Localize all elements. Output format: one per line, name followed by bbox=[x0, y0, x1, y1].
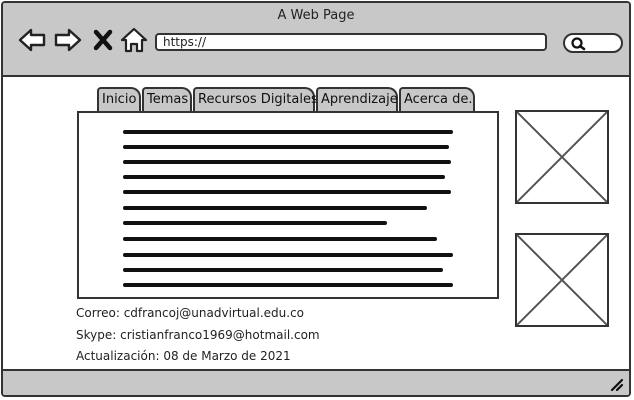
browser-window: A Web Page https:// Inicio Temas Recurso… bbox=[1, 1, 631, 397]
tab-aprendizaje[interactable]: Aprendizaje bbox=[316, 87, 398, 111]
tab-temas[interactable]: Temas bbox=[142, 87, 192, 111]
contact-email: Correo: cdfrancoj@unadvirtual.edu.co bbox=[76, 306, 305, 320]
placeholder-text-scribble bbox=[123, 130, 453, 287]
content-panel bbox=[77, 111, 499, 299]
resize-grip-icon[interactable] bbox=[609, 377, 623, 391]
image-placeholder bbox=[515, 110, 609, 204]
browser-toolbar: A Web Page https:// bbox=[3, 3, 629, 77]
back-arrow-icon[interactable] bbox=[17, 25, 47, 55]
contact-skype: Skype: cristianfranco1969@hotmail.com bbox=[76, 328, 320, 342]
url-input[interactable]: https:// bbox=[155, 33, 547, 51]
status-bar bbox=[3, 369, 629, 395]
tab-recursos-digitales[interactable]: Recursos Digitales bbox=[193, 87, 318, 111]
tab-inicio[interactable]: Inicio bbox=[97, 87, 141, 111]
forward-arrow-icon[interactable] bbox=[53, 25, 83, 55]
search-icon bbox=[571, 37, 586, 51]
last-updated: Actualización: 08 de Marzo de 2021 bbox=[76, 349, 291, 363]
close-icon[interactable] bbox=[91, 25, 115, 55]
tab-acerca-de[interactable]: Acerca de. bbox=[399, 87, 475, 111]
home-icon[interactable] bbox=[119, 25, 149, 55]
window-title: A Web Page bbox=[277, 8, 355, 23]
search-input[interactable] bbox=[563, 33, 623, 53]
image-placeholder bbox=[515, 233, 609, 327]
